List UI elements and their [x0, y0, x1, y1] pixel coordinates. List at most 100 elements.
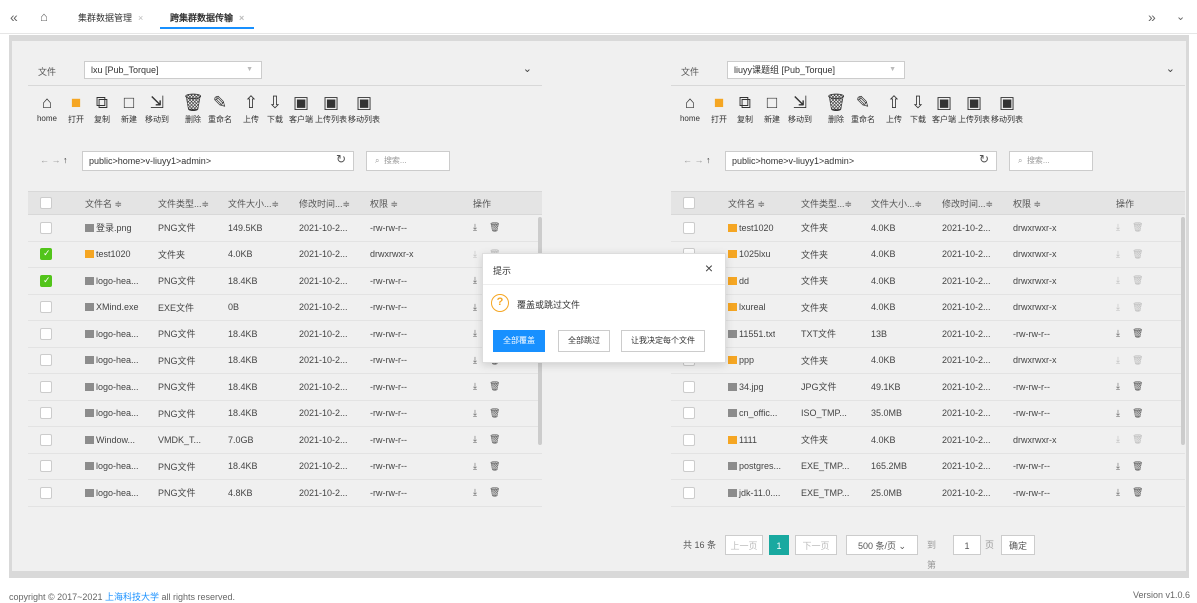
trash-icon[interactable]: 🗑	[489, 381, 500, 392]
file-name-cell[interactable]: test1020	[85, 242, 131, 268]
table-row[interactable]: 1111 文件夹 4.0KB 2021-10-2... drwxrwxr-x ⤓ 🗑	[671, 427, 1185, 454]
vertical-scrollbar[interactable]	[1181, 217, 1185, 445]
up-arrow-icon[interactable]: ↑	[63, 155, 68, 165]
search-input[interactable]: ⌕ 搜索...	[366, 151, 450, 171]
table-row[interactable]: Window... VMDK_T... 7.0GB 2021-10-2... -rw-r…	[28, 427, 542, 454]
chevron-down-icon[interactable]: ⌄	[1176, 10, 1185, 24]
file-name-cell[interactable]: logo-hea...	[85, 454, 139, 480]
trash-icon[interactable]: 🗑	[1132, 275, 1143, 286]
table-row[interactable]: jdk-11.0.... EXE_TMP... 25.0MB 2021-10-2...…	[671, 480, 1185, 507]
row-checkbox[interactable]	[40, 380, 52, 393]
table-row[interactable]: logo-hea... PNG文件 4.8KB 2021-10-2... -rw-rw-…	[28, 480, 542, 507]
download-icon[interactable]: ⤓	[1116, 275, 1120, 286]
collapse-chevron-icon[interactable]: ⌄	[1166, 62, 1175, 75]
download-icon[interactable]: ⤓	[473, 461, 477, 472]
forward-arrow-icon[interactable]: →	[695, 155, 704, 165]
column-header-type[interactable]: 文件类型...≑	[158, 192, 209, 214]
double-chevron-right-icon[interactable]: »	[1148, 10, 1156, 24]
toolbar-move-list-button[interactable]: ▣ 移动列表	[348, 92, 380, 125]
pager-prev-button[interactable]: 上一页	[725, 535, 763, 555]
cluster-select[interactable]: liuyy课题组 [Pub_Torque] ▼	[727, 61, 905, 79]
pager-current-page[interactable]: 1	[769, 535, 789, 555]
tab-cluster-data-management[interactable]: 集群数据管理 ×	[68, 7, 153, 29]
file-name-cell[interactable]: ppp	[728, 348, 754, 374]
file-name-cell[interactable]: postgres...	[728, 454, 781, 480]
table-row[interactable]: logo-hea... PNG文件 18.4KB 2021-10-2... -rw-rw…	[28, 321, 542, 348]
file-name-cell[interactable]: logo-hea...	[85, 268, 139, 294]
trash-icon[interactable]: 🗑	[489, 487, 500, 498]
download-icon[interactable]: ⤓	[1116, 222, 1120, 233]
table-row[interactable]: logo-hea... PNG文件 18.4KB 2021-10-2... -rw-rw…	[28, 400, 542, 427]
file-name-cell[interactable]: logo-hea...	[85, 401, 139, 427]
column-header-mtime[interactable]: 修改时间...≑	[299, 192, 350, 214]
file-name-cell[interactable]: test1020	[728, 215, 774, 241]
up-arrow-icon[interactable]: ↑	[706, 155, 711, 165]
row-checkbox[interactable]	[40, 274, 52, 287]
trash-icon[interactable]: 🗑	[1132, 249, 1143, 260]
table-row[interactable]: test1020文件夹4.0KB2021-10-2...drwxrwxr-x⤓🗑	[28, 241, 542, 268]
table-row[interactable]: lxureal 文件夹 4.0KB 2021-10-2... drwxrwxr-x ⤓ 🗑	[671, 294, 1185, 321]
goto-page-input[interactable]: 1	[953, 535, 981, 555]
toolbar-upload-list-button[interactable]: ▣ 上传列表	[315, 92, 347, 125]
download-icon[interactable]: ⤓	[473, 275, 477, 286]
row-checkbox[interactable]	[40, 301, 52, 314]
table-row[interactable]: logo-hea... PNG文件 18.4KB 2021-10-2... -rw-rw…	[28, 268, 542, 295]
download-icon[interactable]: ⤓	[473, 408, 477, 419]
trash-icon[interactable]: 🗑	[1132, 381, 1143, 392]
trash-icon[interactable]: 🗑	[1132, 408, 1143, 419]
double-chevron-left-icon[interactable]: «	[10, 10, 18, 24]
toolbar-move-to-button[interactable]: ⇲ 移动到	[142, 92, 172, 125]
file-name-cell[interactable]: dd	[728, 268, 749, 294]
file-name-cell[interactable]: 1025lxu	[728, 242, 771, 268]
column-header-name[interactable]: 文件名 ≑	[85, 192, 122, 214]
download-icon[interactable]: ⤓	[1116, 249, 1120, 260]
file-name-cell[interactable]: 34.jpg	[728, 374, 764, 400]
file-name-cell[interactable]: jdk-11.0....	[728, 480, 780, 506]
row-checkbox[interactable]	[683, 486, 695, 499]
row-checkbox[interactable]	[40, 221, 52, 234]
forward-arrow-icon[interactable]: →	[52, 155, 61, 165]
table-row[interactable]: 1025lxu 文件夹 4.0KB 2021-10-2... drwxrwxr-x ⤓ 🗑	[671, 241, 1185, 268]
trash-icon[interactable]: 🗑	[489, 408, 500, 419]
file-name-cell[interactable]: 11551.txt	[728, 321, 775, 347]
row-checkbox[interactable]	[40, 433, 52, 446]
download-icon[interactable]: ⤓	[1116, 434, 1120, 445]
file-name-cell[interactable]: 登录.png	[85, 215, 132, 241]
column-header-name[interactable]: 文件名 ≑	[728, 192, 765, 214]
table-row[interactable]: logo-hea... PNG文件 18.4KB 2021-10-2... -rw-rw…	[28, 374, 542, 401]
table-row[interactable]: postgres... EXE_TMP... 165.2MB 2021-10-2...…	[671, 453, 1185, 480]
pager-next-button[interactable]: 下一页	[795, 535, 837, 555]
table-row[interactable]: test1020文件夹4.0KB2021-10-2...drwxrwxr-x⤓🗑	[671, 215, 1185, 242]
trash-icon[interactable]: 🗑	[489, 222, 500, 233]
table-row[interactable]: ppp 文件夹 4.0KB 2021-10-2... drwxrwxr-x ⤓ 🗑	[671, 347, 1185, 374]
column-header-size[interactable]: 文件大小...≑	[871, 192, 922, 214]
trash-icon[interactable]: 🗑	[1132, 355, 1143, 366]
column-header-size[interactable]: 文件大小...≑	[228, 192, 279, 214]
close-icon[interactable]: ×	[239, 13, 244, 23]
trash-icon[interactable]: 🗑	[1132, 487, 1143, 498]
path-input[interactable]: public>home>v-liuyy1>admin>	[725, 151, 997, 171]
toolbar-move-to-button[interactable]: ⇲ 移动到	[785, 92, 815, 125]
tab-cross-cluster-transfer[interactable]: 跨集群数据传输 ×	[160, 7, 255, 29]
row-checkbox[interactable]	[40, 407, 52, 420]
page-size-select[interactable]: 500 条/页 ⌄	[846, 535, 918, 555]
file-name-cell[interactable]: cn_offic...	[728, 401, 777, 427]
trash-icon[interactable]: 🗑	[489, 461, 500, 472]
download-icon[interactable]: ⤓	[473, 249, 477, 260]
row-checkbox[interactable]	[683, 407, 695, 420]
table-row[interactable]: 34.jpg JPG文件 49.1KB 2021-10-2... -rw-rw-r-- ⤓…	[671, 374, 1185, 401]
table-row[interactable]: XMind.exeEXE文件0B2021-10-2...-rw-rw-r--⤓🗑	[28, 294, 542, 321]
column-header-perm[interactable]: 权限 ≑	[1013, 192, 1041, 214]
download-icon[interactable]: ⤓	[1116, 487, 1120, 498]
row-checkbox[interactable]	[683, 221, 695, 234]
refresh-icon[interactable]: ↻	[336, 152, 346, 166]
download-icon[interactable]: ⤓	[1116, 408, 1120, 419]
skip-all-button[interactable]: 全部跳过	[558, 330, 610, 352]
org-link[interactable]: 上海科技大学	[105, 592, 159, 602]
back-arrow-icon[interactable]: ←	[683, 155, 692, 165]
trash-icon[interactable]: 🗑	[1132, 434, 1143, 445]
row-checkbox[interactable]	[683, 460, 695, 473]
download-icon[interactable]: ⤓	[473, 355, 477, 366]
download-icon[interactable]: ⤓	[473, 487, 477, 498]
download-icon[interactable]: ⤓	[1116, 328, 1120, 339]
